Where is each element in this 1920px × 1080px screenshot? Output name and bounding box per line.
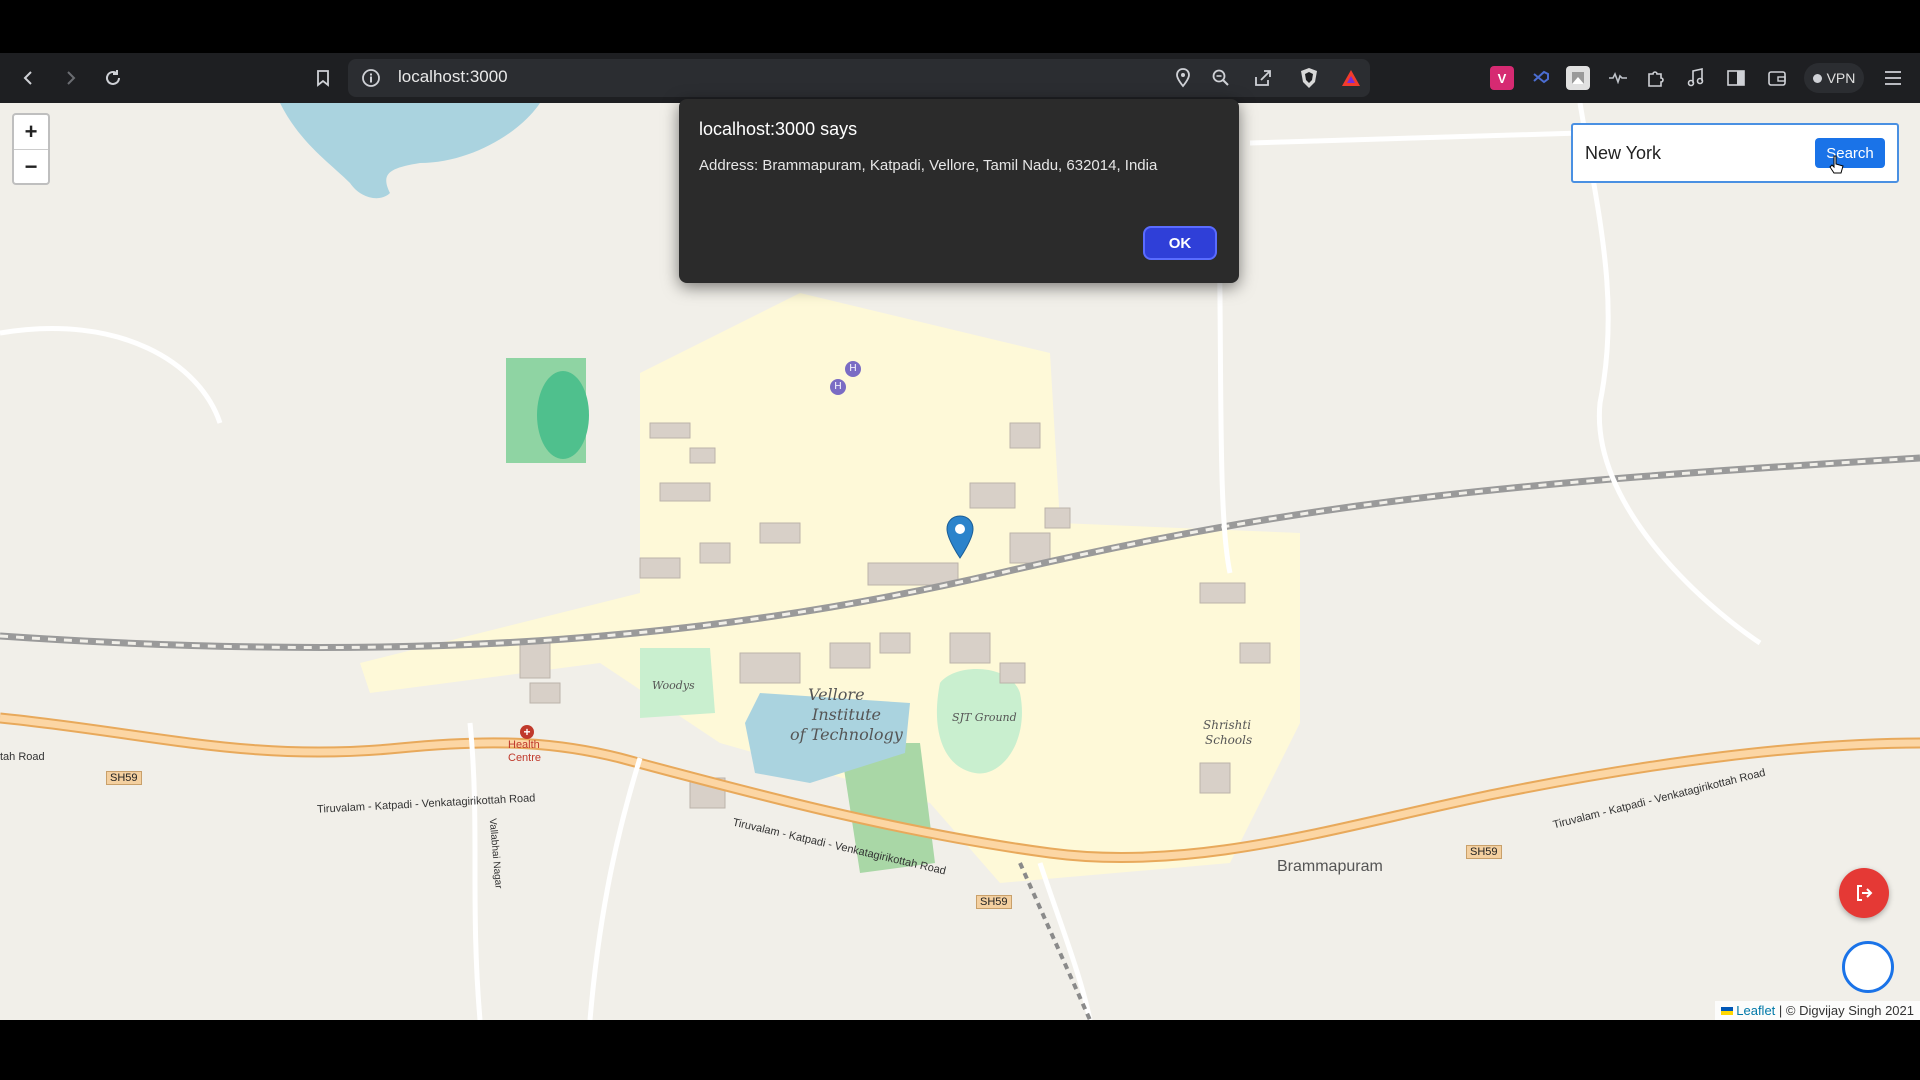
sidebar-icon[interactable] — [1724, 66, 1748, 90]
attribution-text: | © Digvijay Singh 2021 — [1775, 1003, 1914, 1018]
label-health-line1: Health — [508, 739, 540, 751]
bottom-bar — [0, 1020, 1920, 1080]
label-vit-line1: Vellore — [808, 685, 865, 704]
media-music-icon[interactable] — [1684, 66, 1708, 90]
label-vit-line2: Institute — [812, 705, 882, 724]
location-icon[interactable] — [1168, 63, 1198, 93]
vpn-label: VPN — [1826, 70, 1856, 86]
road-label-left: tah Road — [0, 751, 45, 763]
helipad-icon: H — [830, 379, 846, 395]
location-marker-icon[interactable] — [946, 515, 974, 564]
menu-icon[interactable] — [1878, 63, 1908, 93]
vpn-dot-icon — [1812, 73, 1822, 83]
helipad-icon: H — [845, 361, 861, 377]
label-schools-line1: Shrishti — [1203, 718, 1252, 732]
leaflet-flag-icon — [1721, 1007, 1734, 1015]
brave-shield-icon[interactable] — [1294, 63, 1324, 93]
share-icon[interactable] — [1248, 63, 1278, 93]
reload-icon[interactable] — [98, 63, 128, 93]
label-health-line2: Centre — [508, 752, 542, 764]
extension-vs-icon[interactable] — [1529, 66, 1553, 90]
health-cross-icon: + — [520, 725, 534, 739]
zoom-in-button[interactable]: + — [14, 115, 48, 150]
brave-rewards-icon[interactable] — [1336, 63, 1366, 93]
back-icon[interactable] — [14, 63, 44, 93]
vpn-button[interactable]: VPN — [1804, 63, 1864, 93]
label-vit-line3: of Technology — [790, 725, 903, 744]
extensions-puzzle-icon[interactable] — [1644, 66, 1668, 90]
extension-screenshot-icon[interactable] — [1566, 66, 1590, 90]
zoom-page-icon[interactable] — [1206, 63, 1236, 93]
site-info-icon[interactable] — [356, 63, 386, 93]
zoom-out-button[interactable]: − — [14, 150, 48, 184]
shield-sh59-3: SH59 — [1466, 845, 1502, 859]
logout-button[interactable] — [1839, 868, 1889, 918]
shield-sh59-1: SH59 — [106, 771, 142, 785]
search-input[interactable] — [1583, 133, 1787, 173]
label-woodys: Woodys — [652, 679, 695, 692]
dialog-message: Address: Brammapuram, Katpadi, Vellore, … — [699, 157, 1158, 174]
map-attribution: Leaflet | © Digvijay Singh 2021 — [1715, 1001, 1920, 1020]
logout-icon — [1857, 885, 1873, 901]
alert-dialog: localhost:3000 says Address: Brammapuram… — [679, 99, 1239, 283]
label-schools-line2: Schools — [1205, 733, 1253, 747]
address-text[interactable]: localhost:3000 — [398, 67, 508, 87]
search-panel: Search — [1571, 123, 1899, 183]
bookmark-icon[interactable] — [308, 63, 338, 93]
ok-button[interactable]: OK — [1143, 226, 1217, 260]
zoom-control: + − — [12, 113, 50, 185]
mouse-pointer-icon — [1829, 155, 1845, 180]
extension-v-icon[interactable]: V — [1490, 66, 1514, 90]
locate-button[interactable] — [1842, 941, 1894, 993]
label-brammapuram: Brammapuram — [1277, 858, 1383, 875]
forward-icon[interactable] — [55, 63, 85, 93]
browser-toolbar: localhost:3000 V VPN — [0, 53, 1920, 103]
search-button[interactable]: Search — [1815, 138, 1885, 168]
shield-sh59-2: SH59 — [976, 895, 1012, 909]
wallet-icon[interactable] — [1765, 66, 1789, 90]
dialog-title: localhost:3000 says — [699, 119, 858, 139]
leaflet-link[interactable]: Leaflet — [1736, 1003, 1775, 1018]
label-sjt-ground: SJT Ground — [952, 711, 1017, 724]
extension-wave-icon[interactable] — [1606, 66, 1630, 90]
